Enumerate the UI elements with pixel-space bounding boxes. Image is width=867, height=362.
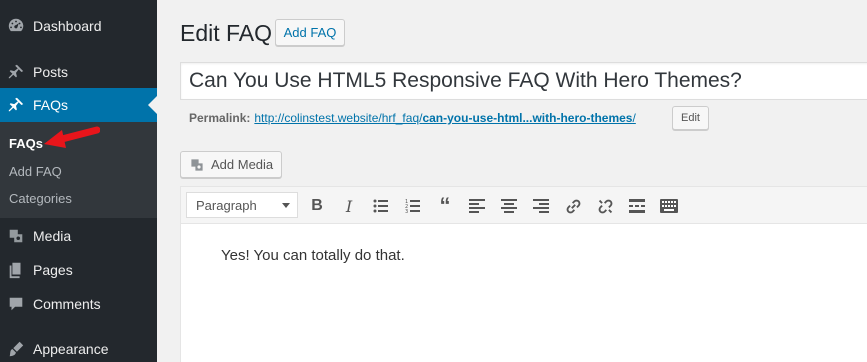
keyboard-icon (660, 199, 678, 213)
media-icon (189, 157, 205, 173)
link-icon (566, 199, 580, 213)
read-more-button[interactable] (626, 195, 648, 217)
annotation-arrow-icon (44, 126, 100, 148)
comments-icon (6, 294, 26, 314)
menu-dashboard-label: Dashboard (33, 18, 102, 34)
editor-toolbar: Paragraph B I 123 “ (181, 187, 867, 224)
svg-text:3: 3 (405, 209, 408, 213)
menu-posts[interactable]: Posts (0, 55, 157, 89)
permalink-edit-button[interactable]: Edit (672, 106, 709, 130)
align-right-button[interactable] (530, 195, 552, 217)
permalink-trail: / (632, 111, 636, 125)
remove-link-button[interactable] (594, 195, 616, 217)
add-media-label: Add Media (211, 157, 274, 172)
align-left-icon (469, 199, 485, 213)
menu-media[interactable]: Media (0, 219, 157, 253)
pin-icon (6, 95, 26, 115)
chevron-down-icon (282, 203, 290, 208)
post-title-input[interactable]: Can You Use HTML5 Responsive FAQ With He… (180, 62, 867, 100)
media-icon (6, 226, 26, 246)
numbered-list-icon: 123 (405, 199, 420, 213)
menu-media-label: Media (33, 228, 72, 244)
active-menu-indicator (148, 96, 157, 114)
permalink-base: http://colinstest.website/hrf_faq/ (254, 111, 423, 125)
format-select[interactable]: Paragraph (186, 192, 298, 218)
permalink-label: Permalink: (189, 111, 251, 125)
menu-faqs[interactable]: FAQs (0, 88, 157, 122)
bullet-list-button[interactable] (370, 195, 392, 217)
menu-comments[interactable]: Comments (0, 287, 157, 321)
menu-pages-label: Pages (33, 262, 73, 278)
dashboard-icon (6, 16, 26, 36)
submenu-item-categories[interactable]: Categories (9, 191, 72, 206)
menu-comments-label: Comments (33, 296, 101, 312)
permalink-slug: can-you-use-html...with-hero-themes (422, 111, 633, 125)
permalink-link[interactable]: http://colinstest.website/hrf_faq/can-yo… (254, 111, 635, 125)
blockquote-button[interactable]: “ (434, 193, 456, 218)
insert-link-button[interactable] (562, 195, 584, 217)
add-faq-button[interactable]: Add FAQ (275, 19, 345, 46)
bullet-list-icon (373, 199, 388, 213)
numbered-list-button[interactable]: 123 (402, 195, 424, 217)
toolbar-toggle-button[interactable] (658, 195, 680, 217)
pin-icon (6, 62, 26, 82)
menu-faqs-label: FAQs (33, 97, 69, 113)
admin-sidebar: Dashboard Posts FAQs FAQs Add FAQ Catego… (0, 0, 157, 362)
submenu-item-faqs[interactable]: FAQs (9, 136, 43, 151)
pages-icon (6, 260, 26, 280)
menu-pages[interactable]: Pages (0, 253, 157, 287)
read-more-icon (629, 199, 645, 213)
align-center-button[interactable] (498, 195, 520, 217)
permalink-row: Permalink: http://colinstest.website/hrf… (189, 111, 636, 125)
appearance-icon (6, 339, 26, 359)
menu-appearance[interactable]: Appearance (0, 332, 157, 362)
page-title: Edit FAQ (180, 20, 273, 46)
menu-posts-label: Posts (33, 64, 69, 80)
italic-button[interactable]: I (338, 195, 360, 217)
menu-dashboard[interactable]: Dashboard (0, 9, 157, 43)
unlink-icon (598, 199, 612, 213)
align-center-icon (501, 199, 517, 213)
menu-appearance-label: Appearance (33, 341, 109, 357)
align-right-icon (533, 199, 549, 213)
content-editor: Paragraph B I 123 “ Yes! You can totally… (180, 186, 867, 362)
bold-button[interactable]: B (306, 195, 328, 217)
format-select-value: Paragraph (196, 197, 257, 213)
align-left-button[interactable] (466, 195, 488, 217)
add-media-button[interactable]: Add Media (180, 151, 282, 178)
editor-content[interactable]: Yes! You can totally do that. (221, 247, 405, 264)
submenu-item-add-faq[interactable]: Add FAQ (9, 164, 62, 179)
